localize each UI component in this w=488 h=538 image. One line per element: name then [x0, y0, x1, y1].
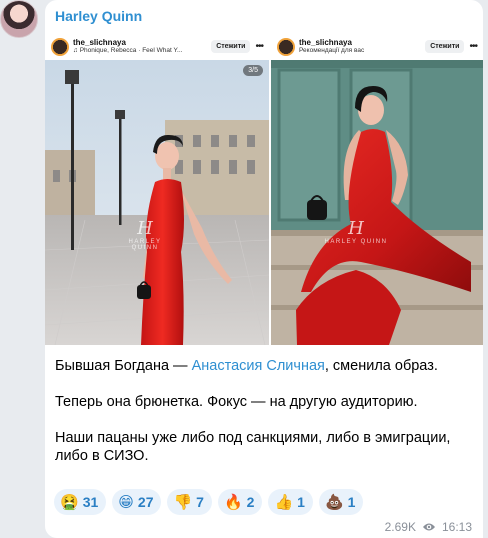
reaction-poop[interactable]: 💩 1	[318, 489, 364, 515]
watermark: H HARLEY QUINN	[321, 218, 391, 245]
instagram-follow-label: Стежити	[425, 40, 465, 53]
message-time: 16:13	[441, 520, 472, 534]
thumbs-up-icon: 👍	[274, 494, 294, 511]
reaction-vomit[interactable]: 🤮 31	[54, 489, 107, 515]
album-photo-2[interactable]: the_slichnaya Рекомендації для вас Стежи…	[271, 33, 483, 345]
channel-avatar[interactable]	[0, 0, 38, 38]
instagram-avatar	[277, 37, 295, 56]
eye-icon	[422, 523, 435, 531]
more-icon: •••	[469, 41, 477, 52]
caption-line-1: Бывшая Богдана — Анастасия Сличная, смен…	[55, 358, 438, 374]
instagram-username: the_slichnaya	[73, 37, 126, 47]
photo-street-red-dress	[45, 60, 269, 345]
watermark-logo: H	[137, 218, 153, 239]
poop-icon: 💩	[324, 494, 344, 511]
caption-paragraph-3: Наши пацаны уже либо под санкциями, либо…	[55, 430, 451, 464]
grinning-face-icon: 😁	[118, 494, 134, 511]
thumbs-down-icon: 👎	[173, 494, 193, 511]
watermark: H HARLEY QUINN	[115, 218, 175, 251]
caption-paragraph-2: Теперь она брюнетка. Фокус — на другую а…	[55, 394, 418, 410]
album-photo-1[interactable]: the_slichnaya ♫ Phonique, Rebecca · Feel…	[45, 33, 269, 345]
photo-stairs-red-dress	[271, 60, 483, 345]
message-text: Бывшая Богдана — Анастасия Сличная, смен…	[55, 357, 475, 483]
instagram-audio: ♫ Phonique, Rebecca · Feel What Y...	[73, 47, 183, 55]
channel-name[interactable]: Harley Quinn	[55, 8, 142, 24]
watermark-logo: H	[348, 218, 364, 239]
instagram-header: the_slichnaya Рекомендації для вас Стежи…	[271, 33, 483, 60]
media-album[interactable]: the_slichnaya ♫ Phonique, Rebecca · Feel…	[45, 33, 483, 345]
mention-link[interactable]: Анастасия Сличная	[192, 358, 325, 374]
instagram-avatar	[51, 37, 69, 56]
more-icon: •••	[255, 41, 263, 52]
instagram-counter: 3/5	[243, 65, 263, 76]
instagram-subtitle: Рекомендації для вас	[299, 47, 365, 55]
reaction-grin[interactable]: 😁 27	[112, 489, 162, 515]
reaction-fire[interactable]: 🔥 2	[217, 489, 263, 515]
reactions-bar: 🤮 31 😁 27 👎 7 🔥 2 👍 1 💩 1	[54, 489, 364, 515]
reaction-thumbs-up[interactable]: 👍 1	[268, 489, 313, 515]
instagram-username: the_slichnaya	[299, 37, 352, 47]
message-bubble: Harley Quinn the_slichnaya ♫ Phonique, R…	[45, 0, 483, 538]
reaction-thumbs-down[interactable]: 👎 7	[167, 489, 212, 515]
message-meta: 2.69K 16:13	[385, 520, 472, 534]
instagram-header: the_slichnaya ♫ Phonique, Rebecca · Feel…	[45, 33, 269, 60]
instagram-follow-label: Стежити	[211, 40, 251, 53]
view-count: 2.69K	[384, 520, 416, 534]
vomit-face-icon: 🤮	[60, 494, 79, 511]
fire-icon: 🔥	[223, 494, 243, 511]
music-icon: ♫	[73, 47, 80, 55]
